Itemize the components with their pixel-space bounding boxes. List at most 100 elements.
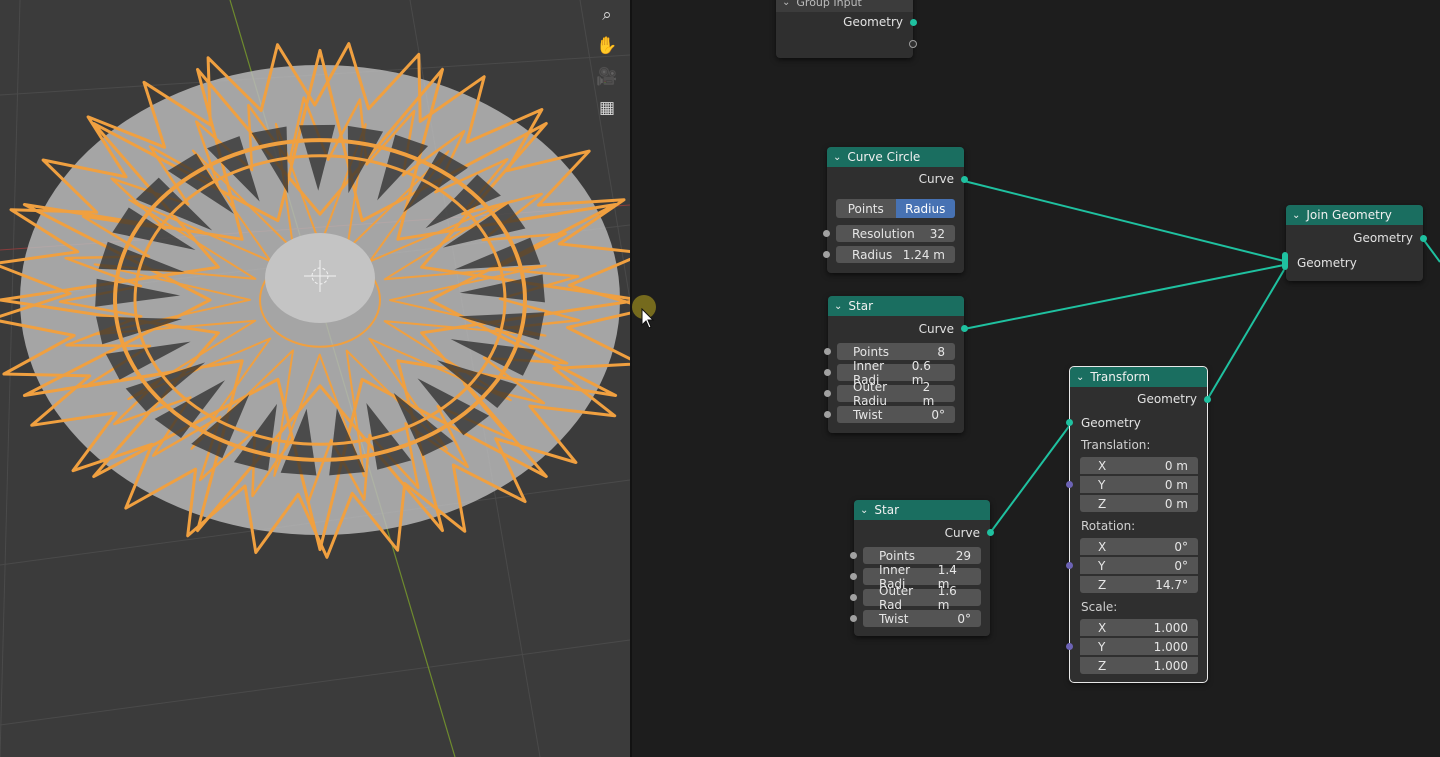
multi-input-socket[interactable] [1282,252,1288,270]
twist-field[interactable]: Twist 0° [863,610,981,627]
outer-radius-field[interactable]: Outer Radiu 2 m [837,380,955,408]
inner-radius-input-socket[interactable] [824,369,831,376]
radius-field[interactable]: Radius 1.24 m [836,246,955,263]
transform-input-row: Geometry [1066,411,1207,435]
link-star2-to-transform [989,424,1071,534]
star-node-1[interactable]: ⌄ Star Curve Points 8 Inner Radi 0.6 m Oute… [824,296,968,433]
transform-header[interactable]: ⌄ Transform [1070,367,1207,387]
viewport-scene[interactable] [0,0,630,757]
selected-mesh-pattern[interactable] [0,42,630,559]
join-geometry-output-row: Geometry [1286,225,1427,251]
grid-view-icon[interactable]: ▦ [594,95,620,121]
twist-input-socket[interactable] [850,615,857,622]
translation-y-row: Y0 m [1066,475,1207,495]
inner-radius-field[interactable]: Inner Radi 0.6 m [837,359,955,387]
group-input-empty-output [776,32,917,54]
outer-radius-input-socket[interactable] [850,594,857,601]
mode-radius-button[interactable]: Radius [895,199,955,218]
geometry-output-socket[interactable] [1420,235,1427,242]
hand-pan-icon[interactable]: ✋ [594,33,620,59]
link-transform-to-join [1206,269,1285,401]
join-geometry-input-row: Geometry [1282,251,1423,275]
chevron-down-icon[interactable]: ⌄ [860,505,868,516]
camera-icon[interactable]: 🎥 [594,64,620,90]
node-editor[interactable]: ⌄ Group Input Geometry ⌄ Curve Circle Curv… [632,0,1440,757]
translation-x-row: X0 m [1070,455,1207,475]
chevron-down-icon[interactable]: ⌄ [1292,210,1300,221]
star-2-outer-row: Outer Rad 1.6 m [850,584,990,612]
twist-input-socket[interactable] [824,411,831,418]
mode-toggle: Points Radius [836,199,955,218]
rotation-y-row: Y 0° [1066,556,1207,576]
cursor-arrow-icon [641,308,655,329]
curve-output-socket[interactable] [961,176,968,183]
empty-output-socket[interactable] [909,40,917,48]
star-node-2[interactable]: ⌄ Star Curve Points 29 Inner Radi 1.4 m Out… [850,500,994,636]
mode-points-button[interactable]: Points [836,199,896,218]
geometry-output-socket[interactable] [1204,396,1211,403]
rotation-x-field[interactable]: X 0° [1080,538,1198,555]
viewport-navigation-gizmo: ⌕ ✋ 🎥 ▦ [594,0,622,126]
chevron-down-icon[interactable]: ⌄ [782,0,790,8]
transform-output-row: Geometry [1070,387,1211,411]
node-links [963,180,1440,534]
star-1-output-row: Curve [828,316,968,341]
rotation-z-field[interactable]: Z 14.7° [1080,576,1198,593]
chevron-down-icon[interactable]: ⌄ [834,301,842,312]
transform-node[interactable]: ⌄ Transform Geometry Geometry Translation… [1066,366,1211,683]
radius-row: Radius 1.24 m [823,244,964,265]
resolution-row: Resolution 32 [823,223,964,244]
scale-z-row: Z 1.000 [1070,657,1207,677]
resolution-field[interactable]: Resolution 32 [836,225,955,242]
star-1-header[interactable]: ⌄ Star [828,296,964,316]
inner-radius-field[interactable]: Inner Radi 1.4 m [863,563,981,591]
points-input-socket[interactable] [824,348,831,355]
scale-y-field[interactable]: Y 1.000 [1080,638,1198,655]
rotation-z-row: Z 14.7° [1070,576,1207,596]
chevron-down-icon[interactable]: ⌄ [833,152,841,163]
curve-output-socket[interactable] [987,529,994,536]
translation-x-field[interactable]: X0 m [1080,457,1198,474]
zoom-icon[interactable]: ⌕ [594,2,620,28]
translation-z-row: Z0 m [1070,495,1207,515]
join-geometry-header[interactable]: ⌄ Join Geometry [1286,205,1423,225]
points-field[interactable]: Points 29 [863,547,981,564]
star-2-header[interactable]: ⌄ Star [854,500,990,520]
curve-circle-output-row: Curve [827,167,968,191]
curve-circle-header[interactable]: ⌄ Curve Circle [827,147,964,167]
join-geometry-node[interactable]: ⌄ Join Geometry Geometry Geometry [1282,205,1427,281]
points-field[interactable]: Points 8 [837,343,955,360]
chevron-down-icon[interactable]: ⌄ [1076,372,1084,383]
geometry-output-socket[interactable] [910,19,917,26]
scale-label-row: Scale: [1081,599,1118,614]
resolution-input-socket[interactable] [823,230,830,237]
twist-field[interactable]: Twist 0° [837,406,955,423]
translation-input-socket[interactable] [1066,481,1073,488]
scale-x-field[interactable]: X 1.000 [1080,619,1198,636]
star-2-twist-row: Twist 0° [850,608,990,630]
group-input-header[interactable]: ⌄ Group Input [776,0,913,12]
star-1-twist-row: Twist 0° [824,404,964,426]
scale-x-row: X 1.000 [1070,617,1207,637]
scale-y-row: Y 1.000 [1066,637,1207,657]
link-curve-circle-to-join [963,180,1285,262]
translation-z-field[interactable]: Z0 m [1080,495,1198,512]
translation-label-row: Translation: [1081,438,1151,452]
group-input-node[interactable]: ⌄ Group Input Geometry [776,0,917,58]
3d-viewport[interactable]: ⌕ ✋ 🎥 ▦ [0,0,630,757]
outer-radius-field[interactable]: Outer Rad 1.6 m [863,584,981,612]
translation-y-field[interactable]: Y0 m [1080,476,1198,493]
link-join-to-output [1422,238,1440,263]
scale-z-field[interactable]: Z 1.000 [1080,657,1198,674]
curve-output-socket[interactable] [961,325,968,332]
rotation-y-field[interactable]: Y 0° [1080,557,1198,574]
curve-circle-node[interactable]: ⌄ Curve Circle Curve Points Radius Resolu… [823,147,968,273]
points-input-socket[interactable] [850,552,857,559]
rotation-label-row: Rotation: [1081,518,1136,533]
scale-input-socket[interactable] [1066,643,1073,650]
outer-radius-input-socket[interactable] [824,390,831,397]
geometry-input-socket[interactable] [1066,419,1073,426]
radius-input-socket[interactable] [823,251,830,258]
rotation-input-socket[interactable] [1066,562,1073,569]
inner-radius-input-socket[interactable] [850,573,857,580]
